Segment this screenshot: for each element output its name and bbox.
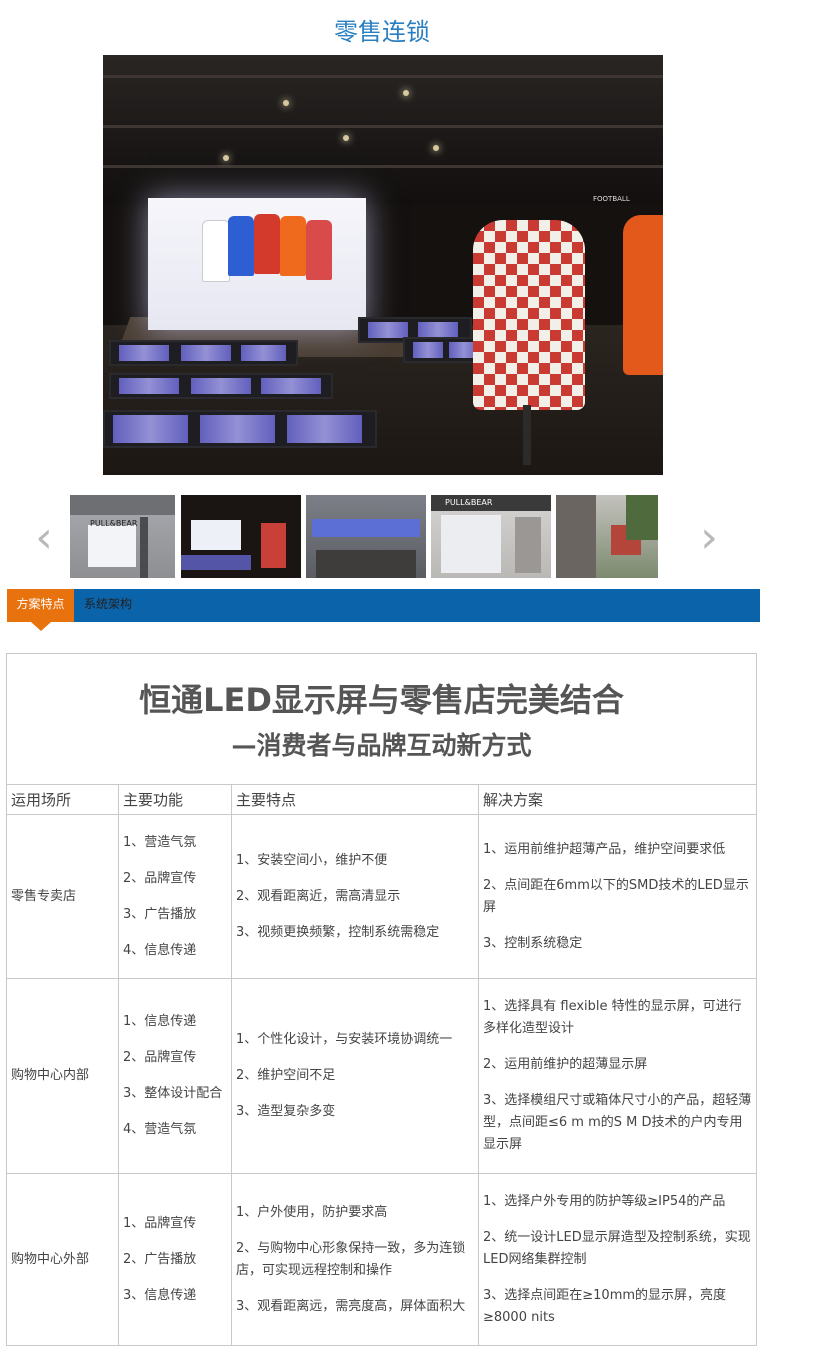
column-header: 主要特点: [231, 784, 479, 815]
jersey: [306, 220, 332, 280]
solution-table: 恒通LED显示屏与零售店完美结合 —消费者与品牌互动新方式 运用场所 主要功能 …: [5, 653, 758, 1346]
hero-light: [223, 155, 229, 161]
list-item: 2、统一设计LED显示屏造型及控制系统，实现LED网络集群控制: [483, 1229, 751, 1267]
jersey: [228, 216, 254, 276]
list-item: 3、选择点间距在≥10mm的显示屏，亮度≥8000 nits: [483, 1287, 727, 1325]
thumbnail-1[interactable]: PULL&BEAR: [70, 495, 175, 578]
list-item: 3、观看距离远，需亮度高，屏体面积大: [236, 1298, 466, 1314]
list-item: 2、品牌宣传: [123, 1050, 197, 1065]
hero-light: [403, 90, 409, 96]
list-item: 2、品牌宣传: [123, 870, 197, 886]
table-row: 购物中心外部 1、品牌宣传 2、广告播放 3、信息传递 1、户外使用，防护要求高…: [6, 1173, 758, 1346]
thumbnail-5[interactable]: [556, 495, 658, 578]
list-item: 3、视频更换频繁，控制系统需稳定: [236, 924, 440, 940]
chevron-right-icon[interactable]: ›: [698, 516, 720, 560]
hero-light: [283, 100, 289, 106]
list-item: 1、营造气氛: [123, 834, 197, 850]
place-cell: 购物中心外部: [6, 1173, 119, 1346]
column-header: 解决方案: [477, 784, 758, 815]
list-item: 1、选择具有 flexible 特性的显示屏，可进行多样化造型设计: [483, 999, 742, 1036]
list-item: 3、造型复杂多变: [236, 1104, 336, 1119]
functions-cell: 1、信息传递 2、品牌宣传 3、整体设计配合 4、营造气氛: [118, 978, 232, 1174]
place-cell: 零售专卖店: [6, 814, 119, 979]
list-item: 2、观看距离近，需高清显示: [236, 888, 401, 904]
table-row: 零售专卖店 1、营造气氛 2、品牌宣传 3、广告播放 4、信息传递 1、安装空间…: [6, 814, 758, 979]
list-item: 1、安装空间小，维护不便: [236, 852, 388, 868]
led-screen: [148, 198, 366, 330]
orange-jersey-mannequin: [623, 215, 663, 375]
list-item: 3、整体设计配合: [123, 1086, 223, 1101]
jersey: [202, 220, 230, 282]
hero-light: [433, 145, 439, 151]
list-item: 2、与购物中心形象保持一致，多为连锁店，可实现远程控制和操作: [236, 1240, 466, 1278]
solutions-cell: 1、运用前维护超薄产品，维护空间要求低 2、点间距在6mm以下的SMD技术的LE…: [477, 814, 758, 979]
table-title-cell: 恒通LED显示屏与零售店完美结合 —消费者与品牌互动新方式: [5, 653, 758, 785]
thumbnail-2[interactable]: [181, 495, 301, 578]
list-item: 1、信息传递: [123, 1014, 197, 1029]
mannequin-stand: [523, 405, 531, 465]
list-item: 2、运用前维护的超薄显示屏: [483, 1057, 648, 1072]
list-item: 1、户外使用，防护要求高: [236, 1204, 388, 1220]
display-bench: [109, 340, 298, 366]
list-item: 3、信息传递: [123, 1287, 197, 1303]
list-item: 4、信息传递: [123, 942, 197, 958]
page-title: 零售连锁: [334, 18, 430, 46]
jersey: [280, 216, 306, 276]
list-item: 1、个性化设计，与安装环境协调统一: [236, 1032, 453, 1047]
thumbnail-3[interactable]: [306, 495, 426, 578]
display-bench: [109, 373, 333, 399]
list-item: 1、选择户外专用的防护等级≥IP54的产品: [483, 1193, 726, 1209]
tab-system-architecture[interactable]: 系统架构: [84, 589, 132, 622]
features-cell: 1、安装空间小，维护不便 2、观看距离近，需高清显示 3、视频更换频繁，控制系统…: [231, 814, 479, 979]
hero-beam: [103, 75, 663, 78]
checkered-jersey-mannequin: [473, 220, 585, 410]
store-sign: FOOTBALL: [593, 195, 630, 203]
hero-image: FOOTBALL: [103, 55, 663, 475]
features-cell: 1、户外使用，防护要求高 2、与购物中心形象保持一致，多为连锁店，可实现远程控制…: [231, 1173, 479, 1346]
chevron-left-icon[interactable]: ‹: [33, 516, 55, 560]
list-item: 1、运用前维护超薄产品，维护空间要求低: [483, 841, 726, 857]
place-cell: 购物中心内部: [6, 978, 119, 1174]
hero-beam: [103, 165, 663, 168]
tab-bar: 方案特点 系统架构: [7, 589, 760, 631]
hero-light: [343, 135, 349, 141]
thumbnail-store-name: PULL&BEAR: [445, 498, 493, 507]
thumbnail-4[interactable]: PULL&BEAR: [431, 495, 551, 578]
solutions-cell: 1、选择具有 flexible 特性的显示屏，可进行多样化造型设计 2、运用前维…: [477, 978, 758, 1174]
functions-cell: 1、品牌宣传 2、广告播放 3、信息传递: [118, 1173, 232, 1346]
table-header-row: 运用场所 主要功能 主要特点 解决方案: [6, 784, 758, 815]
features-cell: 1、个性化设计，与安装环境协调统一 2、维护空间不足 3、造型复杂多变: [231, 978, 479, 1174]
table-title: 恒通LED显示屏与零售店完美结合: [139, 681, 624, 719]
column-header: 主要功能: [118, 784, 232, 815]
jersey: [254, 214, 280, 274]
column-header: 运用场所: [6, 784, 119, 815]
table-subtitle: —消费者与品牌互动新方式: [231, 731, 532, 760]
solutions-cell: 1、选择户外专用的防护等级≥IP54的产品 2、统一设计LED显示屏造型及控制系…: [477, 1173, 758, 1346]
thumbnail-store-name: PULL&BEAR: [90, 519, 138, 528]
list-item: 3、广告播放: [123, 906, 197, 922]
tab-features[interactable]: 方案特点: [7, 589, 74, 631]
list-item: 2、点间距在6mm以下的SMD技术的LED显示屏: [483, 877, 749, 915]
list-item: 1、品牌宣传: [123, 1215, 197, 1231]
list-item: 4、营造气氛: [123, 1122, 197, 1137]
list-item: 3、选择模组尺寸或箱体尺寸小的产品，超轻薄型，点间距≤6 m m的S M D技术…: [483, 1093, 752, 1152]
table-row: 购物中心内部 1、信息传递 2、品牌宣传 3、整体设计配合 4、营造气氛 1、个…: [6, 978, 758, 1174]
list-item: 3、控制系统稳定: [483, 935, 583, 951]
functions-cell: 1、营造气氛 2、品牌宣传 3、广告播放 4、信息传递: [118, 814, 232, 979]
display-bench: [103, 410, 377, 448]
list-item: 2、维护空间不足: [236, 1068, 336, 1083]
hero-beam: [103, 125, 663, 128]
list-item: 2、广告播放: [123, 1251, 197, 1267]
